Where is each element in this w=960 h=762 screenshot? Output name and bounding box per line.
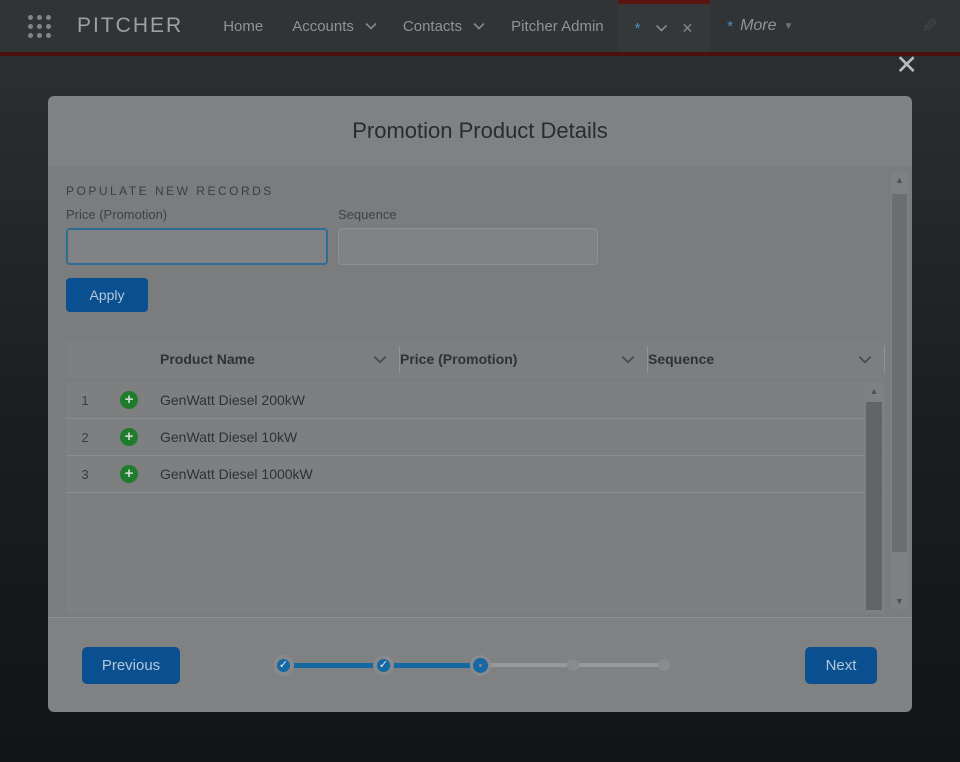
step-upcoming	[567, 659, 579, 671]
step-complete: ✓	[273, 655, 294, 676]
step-complete: ✓	[373, 655, 394, 676]
sequence-field: Sequence	[338, 207, 598, 265]
modal-footer: Previous ✓✓ Next	[48, 617, 912, 712]
step-connector	[291, 663, 376, 668]
caret-down-icon: ▼	[784, 21, 794, 32]
chevron-down-icon[interactable]	[655, 24, 668, 32]
step-connector	[485, 663, 570, 667]
top-navbar: PITCHER Home Accounts Contacts Pitcher A…	[0, 0, 960, 52]
modal-body: POPULATE NEW RECORDS Price (Promotion) S…	[48, 166, 912, 617]
row-number: 2	[72, 430, 98, 445]
unsaved-indicator: *	[635, 20, 641, 37]
scroll-down-icon[interactable]: ▼	[891, 593, 908, 609]
chevron-down-icon[interactable]	[858, 355, 872, 364]
scrollbar-thumb[interactable]	[892, 194, 907, 552]
nav-item-home[interactable]: Home	[223, 18, 263, 35]
edit-pencil-icon[interactable]: ✎	[922, 15, 938, 38]
modal-title: Promotion Product Details	[352, 118, 608, 144]
nav-divider-line	[0, 52, 960, 56]
table-scrollbar[interactable]: ▲	[864, 383, 884, 613]
unsaved-indicator: *	[727, 18, 733, 35]
table-header-row: Product Name Price (Promotion) Sequence	[66, 339, 885, 379]
scroll-up-icon[interactable]: ▲	[891, 172, 908, 188]
scrollbar-thumb[interactable]	[866, 402, 882, 610]
column-header-sequence[interactable]: Sequence	[648, 346, 885, 372]
apply-button[interactable]: Apply	[66, 278, 148, 312]
modal-header: Promotion Product Details	[48, 96, 912, 166]
sequence-label: Sequence	[338, 207, 598, 222]
product-name-cell: GenWatt Diesel 200kW	[160, 392, 400, 408]
price-promotion-input[interactable]	[66, 228, 328, 265]
step-connector	[576, 663, 661, 667]
chevron-down-icon[interactable]	[365, 22, 377, 30]
step-connector	[391, 663, 476, 668]
app-brand-title[interactable]: PITCHER	[77, 14, 183, 38]
add-row-icon[interactable]: +	[120, 428, 138, 446]
table-row: 1 + GenWatt Diesel 200kW	[66, 382, 885, 419]
price-promotion-field: Price (Promotion)	[66, 207, 328, 265]
product-name-cell: GenWatt Diesel 1000kW	[160, 466, 400, 482]
populate-fields: Price (Promotion) Sequence	[66, 207, 912, 265]
tab-close-icon[interactable]: ✕	[682, 20, 694, 37]
row-actions-column-header	[66, 346, 160, 372]
scroll-up-icon[interactable]: ▲	[864, 383, 884, 399]
app-launcher-icon[interactable]	[28, 15, 51, 38]
nav-item-pitcher-admin[interactable]: Pitcher Admin	[511, 18, 604, 35]
add-row-icon[interactable]: +	[120, 465, 138, 483]
modal-scrollbar[interactable]: ▲ ▼	[891, 172, 908, 609]
sequence-input[interactable]	[338, 228, 598, 265]
promotion-product-details-modal: Promotion Product Details POPULATE NEW R…	[48, 96, 912, 712]
price-promotion-label: Price (Promotion)	[66, 207, 328, 222]
product-table: Product Name Price (Promotion) Sequence	[66, 339, 885, 614]
step-current	[473, 658, 488, 673]
column-header-product-name[interactable]: Product Name	[160, 346, 400, 372]
row-number: 3	[72, 467, 98, 482]
step-upcoming	[658, 659, 670, 671]
active-workspace-tab[interactable]: * ✕	[618, 0, 711, 52]
nav-item-accounts[interactable]: Accounts	[292, 18, 377, 35]
chevron-down-icon[interactable]	[473, 22, 485, 30]
column-header-price-promotion[interactable]: Price (Promotion)	[400, 346, 648, 372]
table-body: 1 + GenWatt Diesel 200kW 2 + GenWatt Die…	[66, 382, 885, 614]
nav-item-contacts[interactable]: Contacts	[403, 18, 485, 35]
wizard-progress-stepper: ✓✓	[273, 655, 670, 676]
section-label: POPULATE NEW RECORDS	[66, 184, 912, 198]
table-row: 3 + GenWatt Diesel 1000kW	[66, 456, 885, 493]
chevron-down-icon[interactable]	[373, 355, 387, 364]
previous-button[interactable]: Previous	[82, 647, 180, 684]
close-icon[interactable]: ✕	[895, 52, 918, 79]
table-row: 2 + GenWatt Diesel 10kW	[66, 419, 885, 456]
chevron-down-icon[interactable]	[621, 355, 635, 364]
row-number: 1	[72, 393, 98, 408]
more-tabs-menu[interactable]: * More ▼	[727, 17, 793, 35]
next-button[interactable]: Next	[805, 647, 877, 684]
product-name-cell: GenWatt Diesel 10kW	[160, 429, 400, 445]
add-row-icon[interactable]: +	[120, 391, 138, 409]
